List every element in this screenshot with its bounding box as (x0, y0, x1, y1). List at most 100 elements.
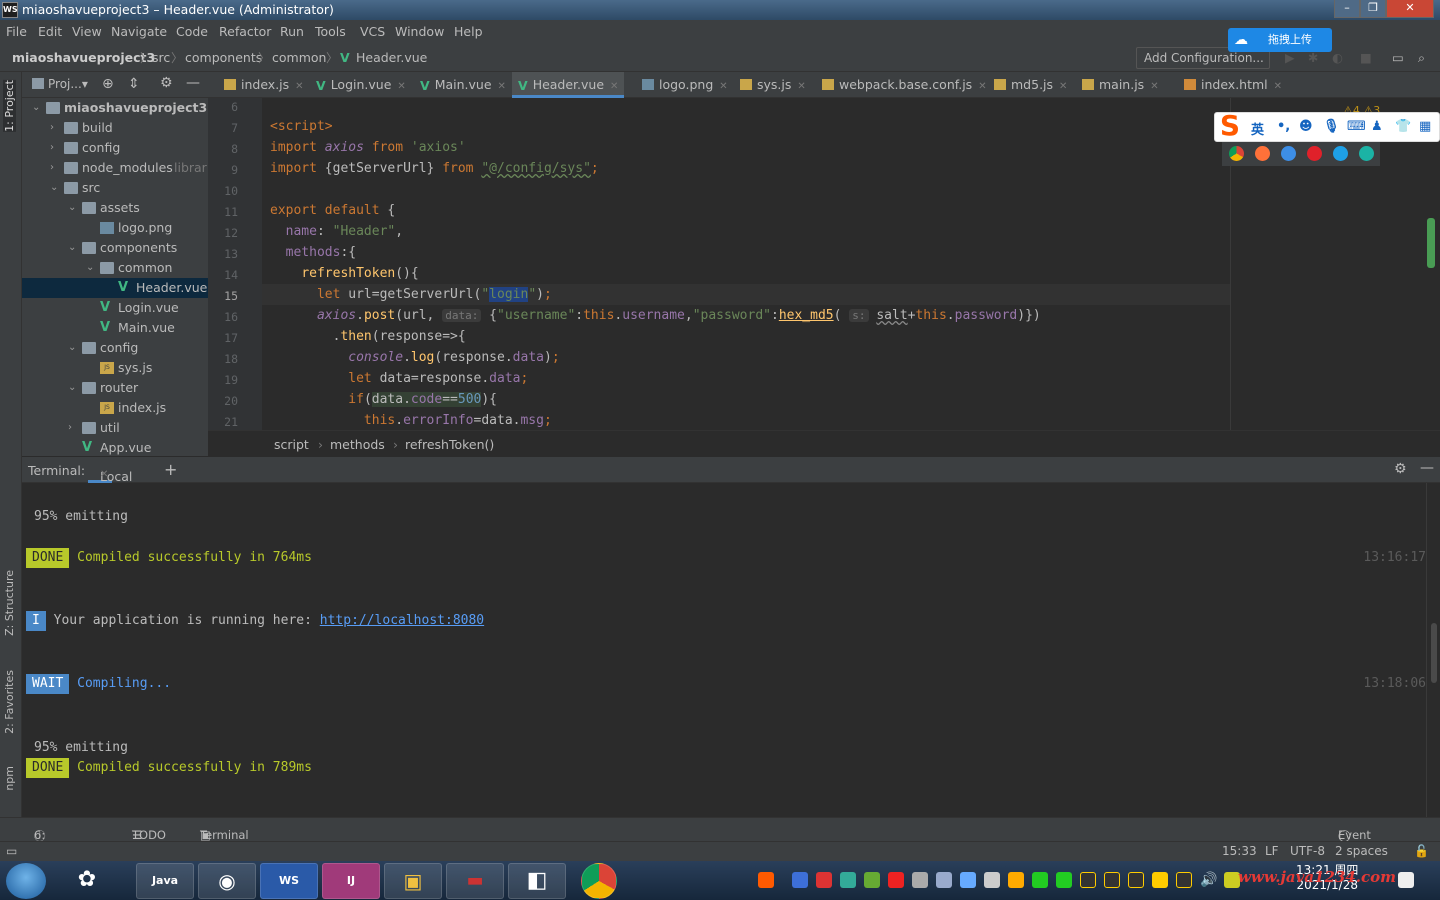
nvidia-icon[interactable] (864, 872, 880, 888)
menu-code[interactable]: Code (176, 24, 208, 39)
chevron-down-icon[interactable]: ⌄ (50, 178, 60, 198)
npm-tool-tab[interactable]: npm (3, 766, 16, 791)
layout-toggle-icon[interactable]: ▭ (6, 844, 17, 858)
tree-item-router[interactable]: ⌄ router (22, 378, 208, 398)
tree-item-assets[interactable]: ⌄ assets (22, 198, 208, 218)
tree-item-config[interactable]: › config (22, 138, 208, 158)
code-editor[interactable]: <script> import axios from 'axios' impor… (262, 98, 1230, 430)
menu-file[interactable]: File (6, 24, 27, 39)
tray-icon[interactable] (1152, 872, 1168, 888)
editor-tab-main-js[interactable]: main.js ✕ (1076, 72, 1165, 98)
firefox-icon[interactable] (1255, 146, 1270, 161)
upload-button[interactable]: ☁ 拖拽上传 (1228, 28, 1332, 52)
close-icon[interactable]: ✕ (498, 81, 506, 92)
tray-icon[interactable] (792, 872, 808, 888)
opera-icon[interactable] (1307, 146, 1322, 161)
chevron-right-icon[interactable]: › (50, 138, 60, 158)
stop-icon[interactable]: ■ (1360, 50, 1372, 65)
chevron-right-icon[interactable]: › (50, 118, 60, 138)
taskbar-app-intellij[interactable]: IJ (322, 863, 380, 899)
chevron-down-icon[interactable]: ⌄ (32, 98, 42, 118)
crumb-header-vue[interactable]: Header.vue (356, 50, 427, 65)
menu-vcs[interactable]: VCS (360, 24, 385, 39)
close-icon[interactable]: ✕ (1150, 81, 1158, 92)
ime-punctuation[interactable]: •, (1277, 119, 1290, 134)
qq-icon[interactable] (1176, 872, 1192, 888)
tree-item-miaoshavueproject3[interactable]: ⌄ miaoshavueproject3 (22, 98, 208, 118)
tree-item-app-vue[interactable]: V App.vue (22, 438, 208, 456)
crumb-common[interactable]: common (272, 50, 326, 65)
tree-item-config[interactable]: ⌄ config (22, 338, 208, 358)
wechat-icon[interactable] (1032, 872, 1048, 888)
breadcrumb-script[interactable]: script (274, 437, 309, 452)
editor-tab-header-vue[interactable]: V Header.vue ✕ (512, 72, 625, 98)
menu-tools[interactable]: Tools (315, 24, 346, 39)
chevron-down-icon[interactable]: ⌄ (86, 258, 96, 278)
taskbar-app-terminal[interactable]: ▬ (446, 863, 504, 899)
indent-setting[interactable]: 2 spaces (1335, 844, 1388, 858)
project-view-selector[interactable]: Proj...▾ (32, 77, 88, 91)
file-encoding[interactable]: UTF-8 (1290, 844, 1325, 858)
taskbar-app-folder[interactable]: ▣ (384, 863, 442, 899)
user-icon[interactable]: ♟ (1371, 119, 1383, 134)
taskbar-app-editor[interactable]: ◧ (508, 863, 566, 899)
favorites-tool-tab[interactable]: 2: Favorites (3, 670, 16, 734)
tree-item-src[interactable]: ⌄ src (22, 178, 208, 198)
hide-icon[interactable]: — (1420, 460, 1434, 476)
close-icon[interactable]: ✕ (397, 81, 405, 92)
grid-menu-icon[interactable]: ▦ (1419, 119, 1431, 134)
editor-tab-index-html[interactable]: index.html ✕ (1178, 72, 1288, 98)
lock-icon[interactable]: 🔓 (1414, 844, 1429, 858)
taskbar-app-webstorm[interactable]: WS (260, 863, 318, 899)
run-icon[interactable]: ▶ (1285, 50, 1295, 65)
tray-icon[interactable] (816, 872, 832, 888)
add-terminal-icon[interactable]: + (164, 460, 177, 479)
scroll-marker[interactable] (1427, 218, 1435, 268)
terminal-output[interactable]: 95% emitting DONE Compiled successfully … (22, 483, 1426, 817)
chevron-down-icon[interactable]: ⌄ (68, 238, 78, 258)
qq-icon[interactable] (1080, 872, 1096, 888)
close-icon[interactable]: ✕ (1059, 81, 1067, 92)
qq-icon[interactable] (1104, 872, 1120, 888)
crumb-project[interactable]: miaoshavueproject3 (12, 50, 155, 65)
ime-toolbar[interactable]: S 英 •, ☻ 🎙 ⌨ ♟ 👕 ▦ (1214, 111, 1440, 142)
menu-edit[interactable]: Edit (38, 24, 62, 39)
editor-tab-logo-png[interactable]: logo.png ✕ (636, 72, 734, 98)
safari-icon[interactable] (1281, 146, 1296, 161)
maximize-button[interactable]: ❐ (1360, 0, 1386, 18)
ime-language[interactable]: 英 (1251, 119, 1264, 138)
volume-icon[interactable]: 🔊 (1200, 872, 1217, 888)
taskbar-app-browser[interactable]: ◉ (198, 863, 256, 899)
editor-tab-webpack-base-conf-js[interactable]: webpack.base.conf.js ✕ (816, 72, 993, 98)
tree-item-util[interactable]: › util (22, 418, 208, 438)
line-separator[interactable]: LF (1265, 844, 1279, 858)
pinwheel-icon[interactable]: ✿ (58, 863, 116, 899)
editor-tab-main-vue[interactable]: V Main.vue ✕ (414, 72, 512, 98)
tray-icon[interactable] (960, 872, 976, 888)
tray-icon[interactable] (912, 872, 928, 888)
chrome-icon[interactable] (1229, 146, 1244, 161)
chevron-down-icon[interactable]: ⌄ (68, 198, 78, 218)
close-icon[interactable]: ✕ (978, 81, 986, 92)
editor-tab-index-js[interactable]: index.js ✕ (218, 72, 310, 98)
close-icon[interactable]: ✕ (295, 81, 303, 92)
close-icon[interactable]: ✕ (100, 469, 108, 480)
terminal-tab-local[interactable]: Local ✕ (88, 463, 132, 484)
search-icon[interactable]: ⌕ (1418, 50, 1425, 66)
localhost-link[interactable]: http://localhost:8080 (320, 613, 484, 628)
tree-item-build[interactable]: › build (22, 118, 208, 138)
taskbar-app-java[interactable]: Java (136, 863, 194, 899)
shield-icon[interactable] (840, 872, 856, 888)
gear-icon[interactable]: ⚙ (160, 75, 173, 91)
notification-icon[interactable] (1398, 872, 1414, 888)
chevron-down-icon[interactable]: ⌄ (68, 378, 78, 398)
ie-icon[interactable] (1333, 146, 1348, 161)
close-icon[interactable]: ✕ (610, 81, 618, 92)
microphone-icon[interactable]: 🎙 (1323, 119, 1340, 134)
crumb-components[interactable]: components (185, 50, 262, 65)
tree-item-logo-png[interactable]: logo.png (22, 218, 208, 238)
sogou-tray-icon[interactable] (758, 872, 774, 888)
close-icon[interactable]: ✕ (797, 81, 805, 92)
tree-item-index-js[interactable]: JS index.js (22, 398, 208, 418)
scrollbar-thumb[interactable] (1431, 623, 1437, 683)
